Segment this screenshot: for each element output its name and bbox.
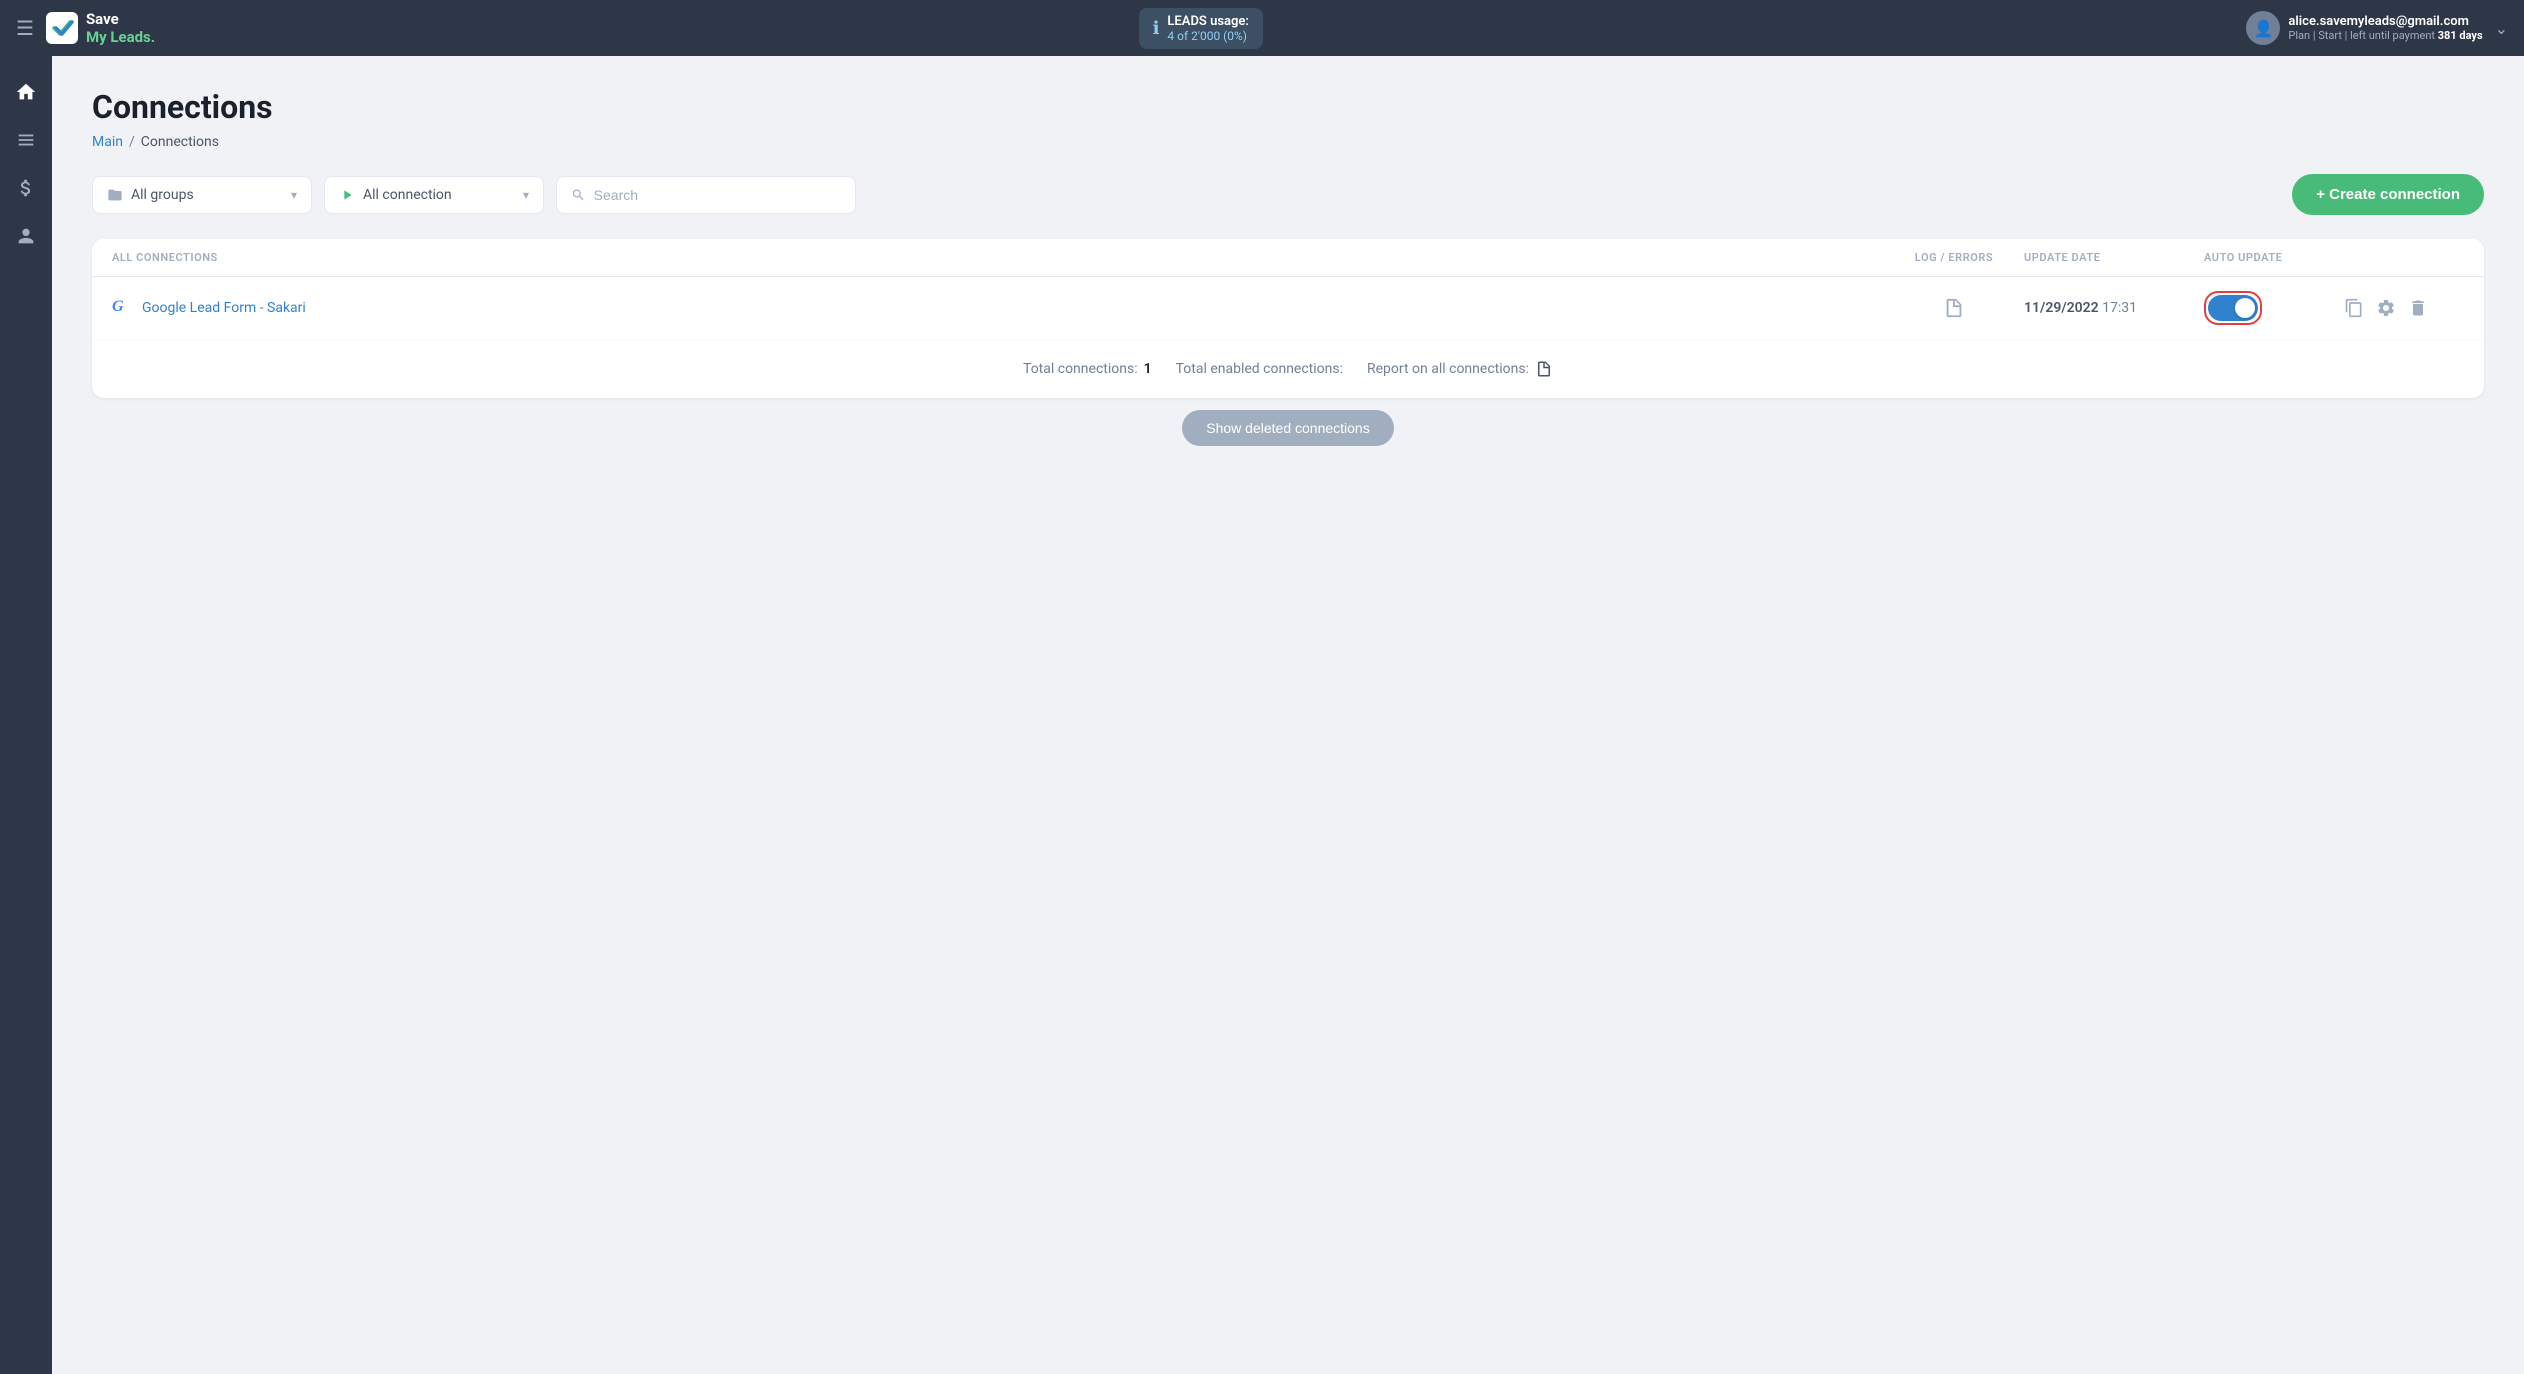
show-deleted-wrap: Show deleted connections <box>92 410 2484 446</box>
navbar-center: ℹ LEADS usage: 4 of 2'000 (0%) <box>155 8 2246 49</box>
report-all-connections: Report on all connections: <box>1367 360 1553 378</box>
connection-label: All connection <box>363 187 515 203</box>
sidebar-item-connections[interactable] <box>6 120 46 160</box>
page-title: Connections <box>92 88 2484 126</box>
document-icon[interactable] <box>1943 297 1965 319</box>
table-row: G Google Lead Form - Sakari 11/29/2022 1… <box>92 277 2484 340</box>
chevron-down-icon[interactable]: ⌄ <box>2495 19 2508 38</box>
search-icon <box>571 187 586 203</box>
leads-usage-badge: ℹ LEADS usage: 4 of 2'000 (0%) <box>1139 8 1263 49</box>
logo-wrap: Save My Leads. <box>46 10 155 46</box>
navbar-right: 👤 alice.savemyleads@gmail.com Plan | Sta… <box>2246 11 2508 45</box>
navbar-left: ☰ Save My Leads. <box>16 10 155 46</box>
google-icon: G <box>112 298 132 318</box>
groups-chevron-icon: ▾ <box>291 188 297 202</box>
logo-text: Save My Leads. <box>86 10 155 46</box>
content-area: Connections Main / Connections All group… <box>52 56 2524 1374</box>
date-value: 11/29/2022 <box>2024 300 2099 316</box>
table-header: ALL CONNECTIONS LOG / ERRORS UPDATE DATE… <box>92 239 2484 277</box>
auto-update-cell <box>2204 291 2344 325</box>
connections-table: ALL CONNECTIONS LOG / ERRORS UPDATE DATE… <box>92 239 2484 398</box>
connection-name-text: Google Lead Form - Sakari <box>142 300 306 316</box>
filters-row: All groups ▾ All connection ▾ + Create c… <box>92 174 2484 215</box>
header-auto-update: AUTO UPDATE <box>2204 251 2344 264</box>
sidebar-item-billing[interactable] <box>6 168 46 208</box>
logo-icon <box>46 12 78 44</box>
summary-row: Total connections: 1 Total enabled conne… <box>92 340 2484 398</box>
search-input[interactable] <box>594 187 841 203</box>
breadcrumb-main-link[interactable]: Main <box>92 134 123 150</box>
connection-name-cell: G Google Lead Form - Sakari <box>112 298 1884 318</box>
header-update-date: UPDATE DATE <box>2024 251 2204 264</box>
main-layout: Connections Main / Connections All group… <box>0 56 2524 1374</box>
info-icon: ℹ <box>1153 18 1160 39</box>
header-actions <box>2344 251 2464 264</box>
settings-icon[interactable] <box>2376 298 2396 318</box>
avatar: 👤 <box>2246 11 2280 45</box>
report-icon[interactable] <box>1535 360 1553 378</box>
header-connections: ALL CONNECTIONS <box>112 251 1884 264</box>
copy-icon[interactable] <box>2344 298 2364 318</box>
show-deleted-button[interactable]: Show deleted connections <box>1182 410 1393 446</box>
time-value: 17:31 <box>2102 300 2137 316</box>
toggle-wrap <box>2204 291 2262 325</box>
search-input-wrap[interactable] <box>556 176 856 214</box>
folder-icon <box>107 187 123 203</box>
navbar: ☰ Save My Leads. ℹ LEADS usage: 4 of 2'0… <box>0 0 2524 56</box>
sidebar-item-home[interactable] <box>6 72 46 112</box>
total-enabled-label: Total enabled connections: <box>1176 361 1343 377</box>
total-enabled-connections: Total enabled connections: <box>1176 361 1343 377</box>
user-info: 👤 alice.savemyleads@gmail.com Plan | Sta… <box>2246 11 2482 45</box>
header-log: LOG / ERRORS <box>1884 251 2024 264</box>
connection-type-dropdown[interactable]: All connection ▾ <box>324 176 544 214</box>
leads-usage-text: LEADS usage: 4 of 2'000 (0%) <box>1167 14 1249 43</box>
date-cell: 11/29/2022 17:31 <box>2024 300 2204 316</box>
breadcrumb: Main / Connections <box>92 134 2484 150</box>
auto-update-toggle[interactable] <box>2208 295 2258 321</box>
groups-dropdown[interactable]: All groups ▾ <box>92 176 312 214</box>
user-email: alice.savemyleads@gmail.com <box>2288 14 2482 29</box>
breadcrumb-separator: / <box>129 134 135 150</box>
user-details: alice.savemyleads@gmail.com Plan | Start… <box>2288 14 2482 42</box>
total-connections-label: Total connections: <box>1023 361 1138 377</box>
connection-chevron-icon: ▾ <box>523 188 529 202</box>
breadcrumb-current: Connections <box>141 134 219 150</box>
sidebar <box>0 56 52 1374</box>
play-icon <box>339 187 355 203</box>
hamburger-icon[interactable]: ☰ <box>16 16 34 40</box>
create-connection-button[interactable]: + Create connection <box>2292 174 2484 215</box>
delete-icon[interactable] <box>2408 298 2428 318</box>
action-icons <box>2344 298 2464 318</box>
log-cell <box>1884 297 2024 319</box>
sidebar-item-profile[interactable] <box>6 216 46 256</box>
groups-label: All groups <box>131 187 283 203</box>
connection-name-link[interactable]: G Google Lead Form - Sakari <box>112 298 1884 318</box>
report-label: Report on all connections: <box>1367 361 1529 377</box>
total-connections: Total connections: 1 <box>1023 361 1152 377</box>
user-plan: Plan | Start | left until payment 381 da… <box>2288 29 2482 42</box>
total-connections-value: 1 <box>1144 361 1152 377</box>
